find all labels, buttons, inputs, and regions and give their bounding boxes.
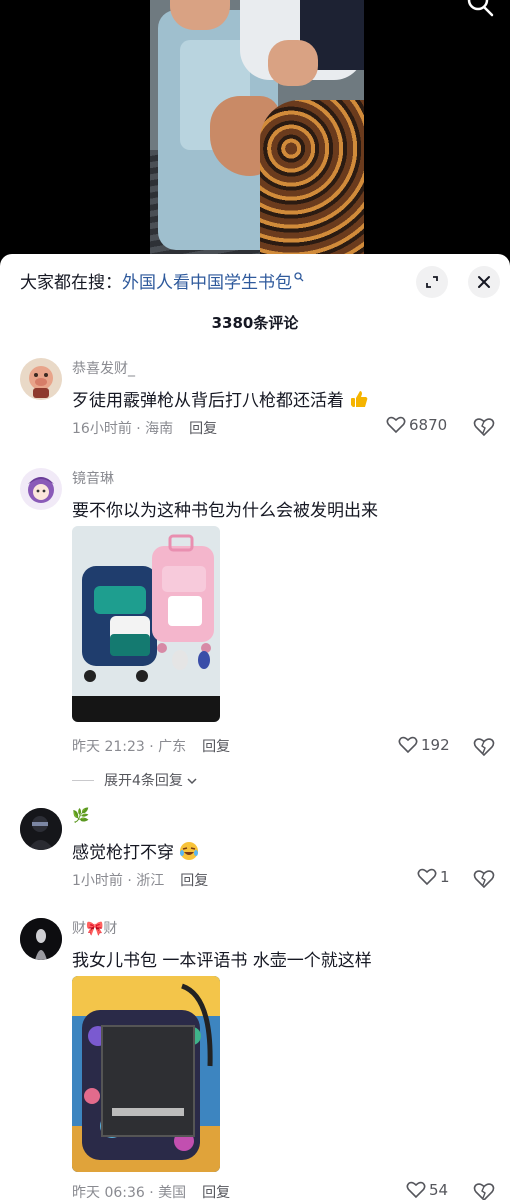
comment-time-location: 昨天 21:23 · 广东 [72, 739, 187, 755]
comment-time-location: 1小时前 · 浙江 [72, 873, 165, 889]
like-count: 1 [440, 868, 450, 886]
like-count: 192 [421, 736, 450, 754]
comment-count: 3380条评论 [211, 314, 299, 332]
avatar[interactable] [20, 468, 62, 510]
heart-icon [398, 736, 418, 754]
comment-item: 财🎀财 我女儿书包 一本评语书 水壶一个就这样 昨天 06:36 · 美国回复 [0, 916, 510, 1200]
comment-meta: 16小时前 · 海南 回复 [72, 418, 217, 438]
comment-time-location: 昨天 06:36 · 美国 [72, 1185, 187, 1200]
suggested-search-query[interactable]: 外国人看中国学生书包 [122, 273, 292, 293]
close-panel-button[interactable] [468, 266, 500, 298]
reply-button[interactable]: 回复 [189, 421, 217, 437]
reply-button[interactable]: 回复 [202, 1185, 230, 1200]
comment-text: 要不你以为这种书包为什么会被发明出来 [72, 501, 378, 521]
comment-text: 歹徒用霰弹枪从背后打八枪都还活着 [72, 386, 369, 411]
reply-button[interactable]: 回复 [180, 873, 208, 889]
like-count: 54 [429, 1181, 449, 1199]
broken-heart-icon[interactable] [473, 1182, 495, 1200]
search-icon [294, 272, 304, 282]
avatar[interactable] [20, 918, 62, 960]
comment-username[interactable]: 镜音琳 [72, 468, 114, 488]
comment-username[interactable]: 恭喜发财_ [72, 358, 135, 378]
avatar[interactable] [20, 358, 62, 400]
suggested-search-label: 大家都在搜： [20, 273, 122, 293]
like-button[interactable]: 1 [417, 868, 450, 886]
search-icon[interactable] [466, 0, 496, 20]
heart-icon [386, 416, 406, 434]
thumbs-up-icon [351, 391, 368, 407]
broken-heart-icon[interactable] [473, 417, 495, 437]
like-button[interactable]: 6870 [386, 416, 447, 434]
crying-laughing-icon [180, 842, 199, 860]
like-button[interactable]: 54 [406, 1181, 448, 1199]
expand-panel-button[interactable] [416, 266, 448, 298]
heart-icon [406, 1181, 426, 1199]
expand-icon [426, 276, 438, 288]
expand-replies-button[interactable]: 展开4条回复 [72, 770, 197, 790]
suggested-search[interactable]: 大家都在搜：外国人看中国学生书包 [20, 271, 304, 295]
reply-button[interactable]: 回复 [202, 739, 230, 755]
comment-meta: 1小时前 · 浙江 回复 [72, 870, 208, 890]
divider [72, 780, 94, 781]
comment-username[interactable]: 🌿 [72, 808, 89, 824]
expand-replies-label: 展开4条回复 [104, 773, 183, 789]
chevron-down-icon [187, 778, 197, 785]
like-button[interactable]: 192 [398, 736, 450, 754]
comment-item: 🌿 感觉枪打不穿 1小时前 · 浙江 回复 1 [0, 806, 510, 896]
comment-time-location: 16小时前 · 海南 [72, 421, 174, 437]
like-count: 6870 [409, 416, 448, 434]
heart-icon [417, 868, 437, 886]
comment-image[interactable] [72, 526, 220, 722]
comment-username[interactable]: 财🎀财 [72, 918, 117, 938]
broken-heart-icon[interactable] [473, 869, 495, 889]
comment-text: 我女儿书包 一本评语书 水壶一个就这样 [72, 951, 372, 971]
comment-meta: 昨天 21:23 · 广东 回复 [72, 736, 230, 756]
comment-image[interactable] [72, 976, 220, 1172]
comment-meta: 昨天 06:36 · 美国 回复 [72, 1182, 230, 1200]
comment-item: 镜音琳 要不你以为这种书包为什么会被发明出来 昨天 21:23 · 广东 回复 … [0, 464, 510, 789]
avatar[interactable] [20, 808, 62, 850]
broken-heart-icon[interactable] [473, 737, 495, 757]
comment-panel: 大家都在搜：外国人看中国学生书包 3380条评论 恭喜发财_ 歹徒用霰弹枪从背后… [0, 254, 510, 1200]
video-frame [150, 0, 364, 262]
comment-text: 感觉枪打不穿 [72, 838, 199, 863]
video-player[interactable] [0, 0, 510, 262]
close-icon [478, 276, 490, 288]
comment-item: 恭喜发财_ 歹徒用霰弹枪从背后打八枪都还活着 16小时前 · 海南 回复 6870 [0, 354, 510, 444]
